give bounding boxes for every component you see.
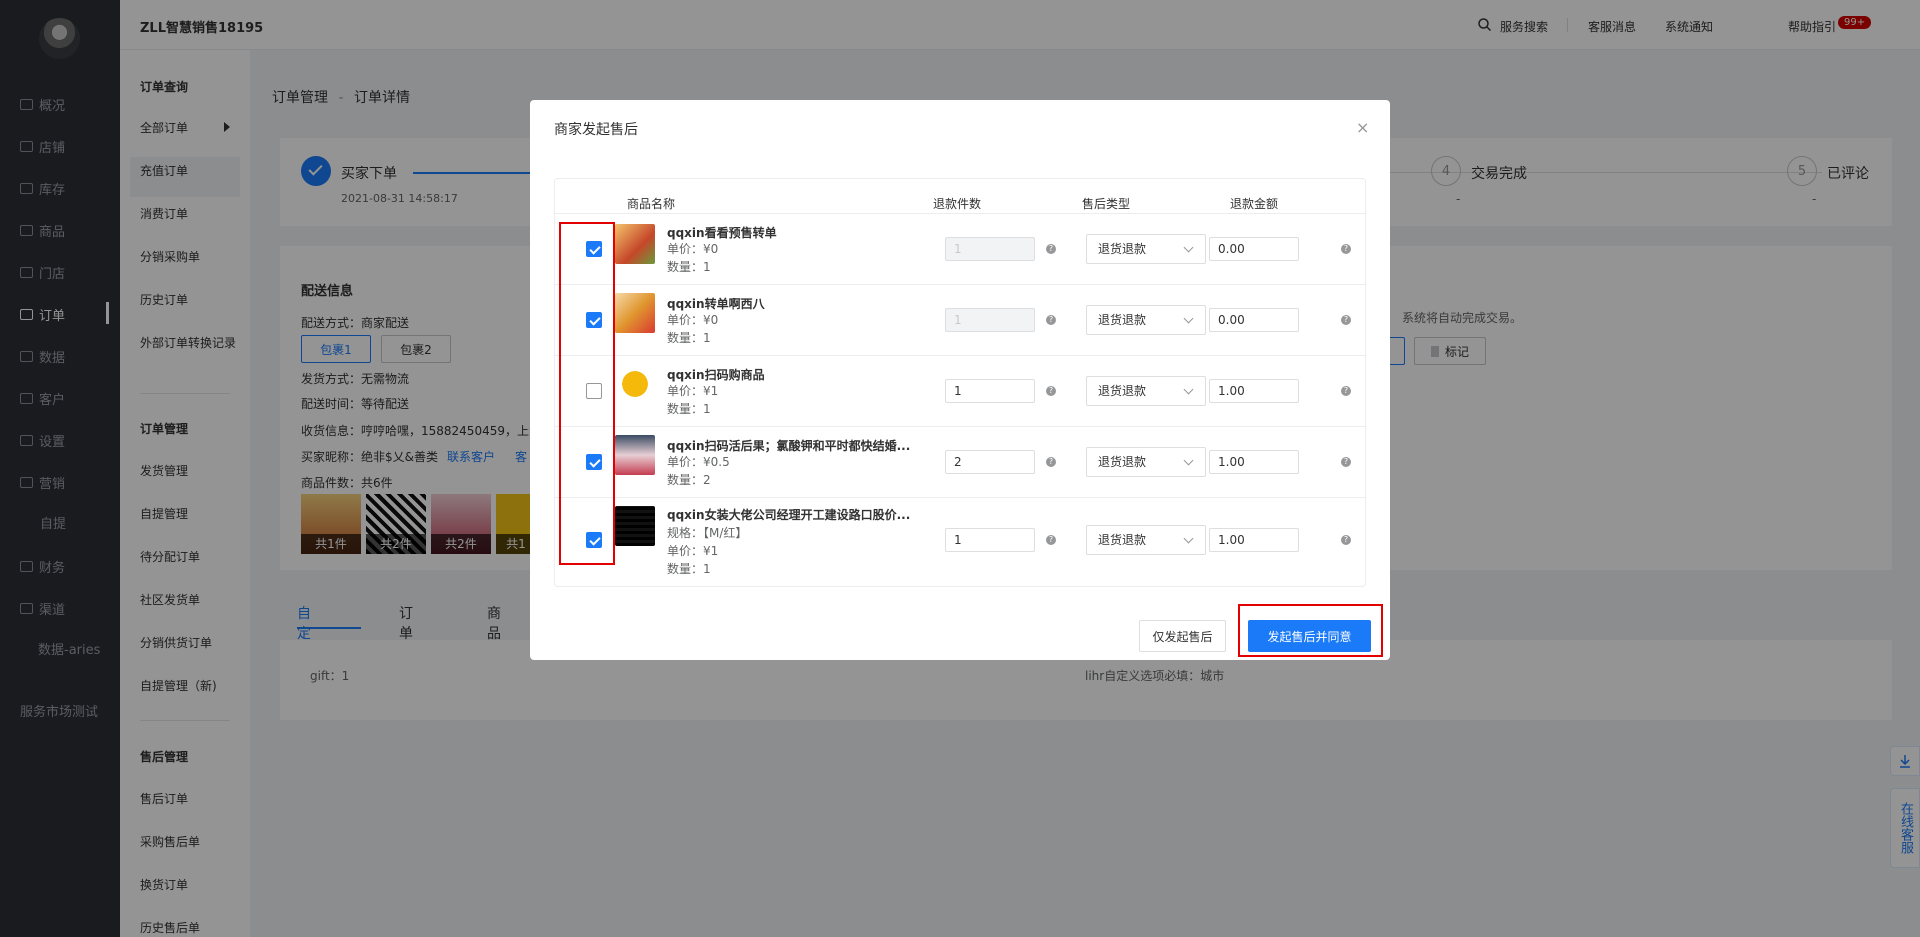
chevron-down-icon xyxy=(1183,455,1194,466)
refund-qty-input[interactable]: 2 xyxy=(945,450,1035,474)
close-icon[interactable]: × xyxy=(1356,118,1369,137)
help-icon[interactable]: ? xyxy=(1046,244,1056,254)
product-name: qqxin女装大佬公司经理开工建设路口股价... xyxy=(667,508,911,522)
refund-amount-input[interactable]: 0.00 xyxy=(1209,237,1299,261)
select-value: 退货退款 xyxy=(1098,533,1147,547)
select-value: 退货退款 xyxy=(1098,384,1147,398)
help-icon[interactable]: ? xyxy=(1341,535,1351,545)
column-header: 售后类型 xyxy=(1082,197,1131,211)
help-icon[interactable]: ? xyxy=(1046,535,1056,545)
product-price: 单价：¥1 xyxy=(667,544,719,558)
product-quantity: 数量：1 xyxy=(667,402,711,416)
help-icon[interactable]: ? xyxy=(1046,386,1056,396)
help-icon[interactable]: ? xyxy=(1046,457,1056,467)
chevron-down-icon xyxy=(1183,533,1194,544)
product-name: qqxin扫码购商品 xyxy=(667,368,765,382)
product-image xyxy=(615,293,655,333)
refund-amount-input[interactable]: 1.00 xyxy=(1209,450,1299,474)
product-image xyxy=(615,224,655,264)
product-image xyxy=(615,364,655,404)
product-price: 单价：¥0.5 xyxy=(667,455,730,469)
table-row: qqxin扫码活后果；氯酸钾和平时都快结婚... 单价：¥0.5 数量：2 2 … xyxy=(555,426,1365,497)
product-image xyxy=(615,435,655,475)
refund-qty-input[interactable]: 1 xyxy=(945,379,1035,403)
product-spec: 规格：【M/红】 xyxy=(667,526,748,540)
table-row: qqxin转单啊西八 单价：¥0 数量：1 1 ? 退货退款 0.00 ? xyxy=(555,284,1365,355)
product-price: 单价：¥1 xyxy=(667,384,719,398)
column-header: 退款金额 xyxy=(1230,197,1279,211)
refund-amount-input[interactable]: 1.00 xyxy=(1209,379,1299,403)
product-quantity: 数量：1 xyxy=(667,562,711,576)
select-value: 退货退款 xyxy=(1098,242,1147,256)
after-sale-dialog: 商家发起售后 × 商品名称 退款件数 售后类型 退款金额 qqxin看看预售转单… xyxy=(530,100,1390,660)
product-image xyxy=(615,506,655,546)
refund-amount-input[interactable]: 1.00 xyxy=(1209,528,1299,552)
column-header: 退款件数 xyxy=(933,197,982,211)
product-price: 单价：¥0 xyxy=(667,313,719,327)
table-row: qqxin扫码购商品 单价：¥1 数量：1 1 ? 退货退款 1.00 ? xyxy=(555,355,1365,426)
product-name: qqxin转单啊西八 xyxy=(667,297,765,311)
chevron-down-icon xyxy=(1183,313,1194,324)
refund-table: 商品名称 退款件数 售后类型 退款金额 qqxin看看预售转单 单价：¥0 数量… xyxy=(554,178,1366,587)
product-price: 单价：¥0 xyxy=(667,242,719,256)
select-value: 退货退款 xyxy=(1098,455,1147,469)
column-header: 商品名称 xyxy=(627,197,676,211)
refund-qty-input[interactable]: 1 xyxy=(945,528,1035,552)
select-value: 退货退款 xyxy=(1098,313,1147,327)
product-name: qqxin扫码活后果；氯酸钾和平时都快结婚... xyxy=(667,439,911,453)
help-icon[interactable]: ? xyxy=(1341,315,1351,325)
product-quantity: 数量：2 xyxy=(667,473,711,487)
after-sale-type-select[interactable]: 退货退款 xyxy=(1086,376,1206,406)
dialog-title: 商家发起售后 xyxy=(554,122,638,138)
help-icon[interactable]: ? xyxy=(1341,386,1351,396)
checkbox-highlight-box xyxy=(559,222,615,565)
product-name: qqxin看看预售转单 xyxy=(667,226,777,240)
after-sale-type-select[interactable]: 退货退款 xyxy=(1086,234,1206,264)
refund-amount-input[interactable]: 0.00 xyxy=(1209,308,1299,332)
after-sale-type-select[interactable]: 退货退款 xyxy=(1086,447,1206,477)
product-quantity: 数量：1 xyxy=(667,260,711,274)
chevron-down-icon xyxy=(1183,242,1194,253)
table-row: qqxin女装大佬公司经理开工建设路口股价... 规格：【M/红】 单价：¥1 … xyxy=(555,497,1365,586)
help-icon[interactable]: ? xyxy=(1046,315,1056,325)
refund-qty-input[interactable]: 1 xyxy=(945,237,1035,261)
table-row: qqxin看看预售转单 单价：¥0 数量：1 1 ? 退货退款 0.00 ? xyxy=(555,213,1365,284)
button-highlight-box xyxy=(1238,604,1383,657)
help-icon[interactable]: ? xyxy=(1341,457,1351,467)
chevron-down-icon xyxy=(1183,384,1194,395)
help-icon[interactable]: ? xyxy=(1341,244,1351,254)
after-sale-type-select[interactable]: 退货退款 xyxy=(1086,305,1206,335)
refund-qty-input[interactable]: 1 xyxy=(945,308,1035,332)
only-initiate-button[interactable]: 仅发起售后 xyxy=(1139,620,1226,652)
product-quantity: 数量：1 xyxy=(667,331,711,345)
after-sale-type-select[interactable]: 退货退款 xyxy=(1086,525,1206,555)
